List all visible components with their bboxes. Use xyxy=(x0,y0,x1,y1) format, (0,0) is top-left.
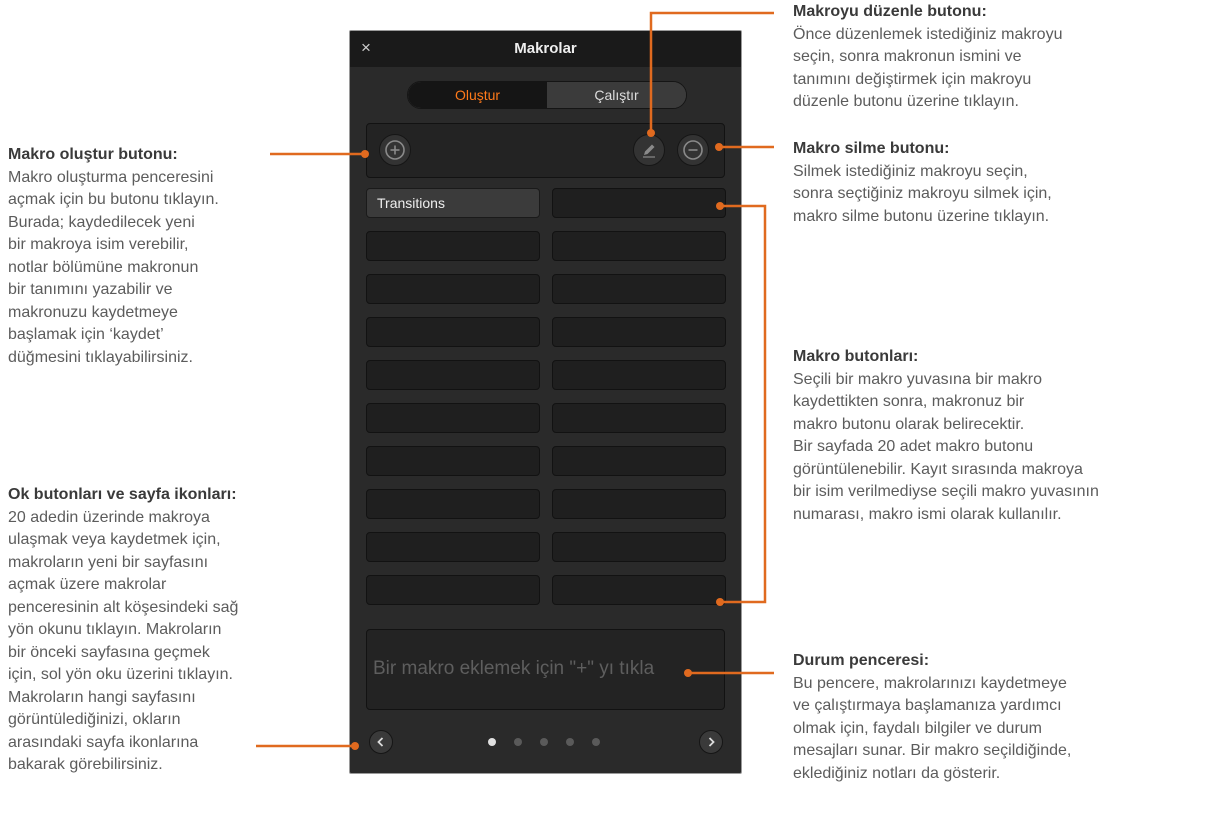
annotation-body: Makro oluşturma penceresini açmak için b… xyxy=(8,168,219,366)
page-dot[interactable] xyxy=(566,738,574,746)
status-window: Bir makro eklemek için "+" yı tıkla xyxy=(366,629,725,710)
annotation-body: Silmek istediğiniz makroyu seçin, sonra … xyxy=(793,162,1052,225)
macro-button[interactable]: Transitions xyxy=(366,188,540,218)
macro-button[interactable] xyxy=(366,575,540,605)
page-dot[interactable] xyxy=(540,738,548,746)
macro-button[interactable] xyxy=(552,360,726,390)
annotation-arrow-buttons: Ok butonları ve sayfa ikonları: 20 adedi… xyxy=(8,484,323,777)
annotation-title: Makro oluştur butonu: xyxy=(8,146,178,163)
annotation-delete-button: Makro silme butonu: Silmek istediğiniz m… xyxy=(793,138,1223,228)
annotation-macro-buttons: Makro butonları: Seçili bir makro yuvası… xyxy=(793,346,1223,526)
macro-button[interactable] xyxy=(552,317,726,347)
macro-button[interactable] xyxy=(366,446,540,476)
page-dot[interactable] xyxy=(488,738,496,746)
macros-window: × Makrolar Oluştur Çalıştır Transitions … xyxy=(349,30,742,774)
mode-switch: Oluştur Çalıştır xyxy=(407,81,687,109)
macro-button[interactable] xyxy=(366,274,540,304)
add-macro-button[interactable] xyxy=(379,134,411,166)
previous-page-button[interactable] xyxy=(369,730,393,754)
edit-macro-button[interactable] xyxy=(633,134,665,166)
annotation-title: Makroyu düzenle butonu: xyxy=(793,3,987,20)
macro-button[interactable] xyxy=(366,403,540,433)
annotation-title: Ok butonları ve sayfa ikonları: xyxy=(8,486,237,503)
macro-button[interactable] xyxy=(366,231,540,261)
next-page-button[interactable] xyxy=(699,730,723,754)
pencil-icon xyxy=(643,144,655,158)
macro-toolbar xyxy=(366,123,725,178)
delete-macro-button[interactable] xyxy=(677,134,709,166)
macro-button[interactable] xyxy=(552,403,726,433)
annotation-edit-button: Makroyu düzenle butonu: Önce düzenlemek … xyxy=(793,1,1223,114)
minus-circle-icon xyxy=(683,140,703,160)
macro-button[interactable] xyxy=(552,446,726,476)
annotation-status-window: Durum penceresi: Bu pencere, makrolarını… xyxy=(793,650,1223,785)
macro-button[interactable] xyxy=(366,360,540,390)
macro-button[interactable] xyxy=(552,188,726,218)
macro-button[interactable] xyxy=(552,532,726,562)
tab-create[interactable]: Oluştur xyxy=(408,82,547,108)
annotation-title: Makro silme butonu: xyxy=(793,140,950,157)
annotation-body: Seçili bir makro yuvasına bir makro kayd… xyxy=(793,370,1099,523)
macro-button[interactable] xyxy=(366,317,540,347)
annotation-create-button: Makro oluştur butonu: Makro oluşturma pe… xyxy=(8,144,298,369)
page-dot[interactable] xyxy=(592,738,600,746)
annotation-body: Önce düzenlemek istediğiniz makroyu seçi… xyxy=(793,25,1063,111)
chevron-right-icon xyxy=(708,737,715,747)
macro-button[interactable] xyxy=(552,575,726,605)
title-bar: × Makrolar xyxy=(350,31,741,67)
annotation-body: Bu pencere, makrolarınızı kaydetmeye ve … xyxy=(793,674,1072,782)
chevron-left-icon xyxy=(377,737,384,747)
macro-button[interactable] xyxy=(366,532,540,562)
page-dot[interactable] xyxy=(514,738,522,746)
annotation-title: Durum penceresi: xyxy=(793,652,930,669)
macro-button[interactable] xyxy=(366,489,540,519)
status-message: Bir makro eklemek için "+" yı tıkla xyxy=(373,658,655,679)
macro-button[interactable] xyxy=(552,489,726,519)
plus-circle-icon xyxy=(385,140,405,160)
window-title: Makrolar xyxy=(514,40,577,57)
tab-run[interactable]: Çalıştır xyxy=(547,82,686,108)
annotation-title: Makro butonları: xyxy=(793,348,919,365)
annotation-body: 20 adedin üzerinde makroya ulaşmak veya … xyxy=(8,508,239,774)
macro-button[interactable] xyxy=(552,274,726,304)
macro-button[interactable] xyxy=(552,231,726,261)
